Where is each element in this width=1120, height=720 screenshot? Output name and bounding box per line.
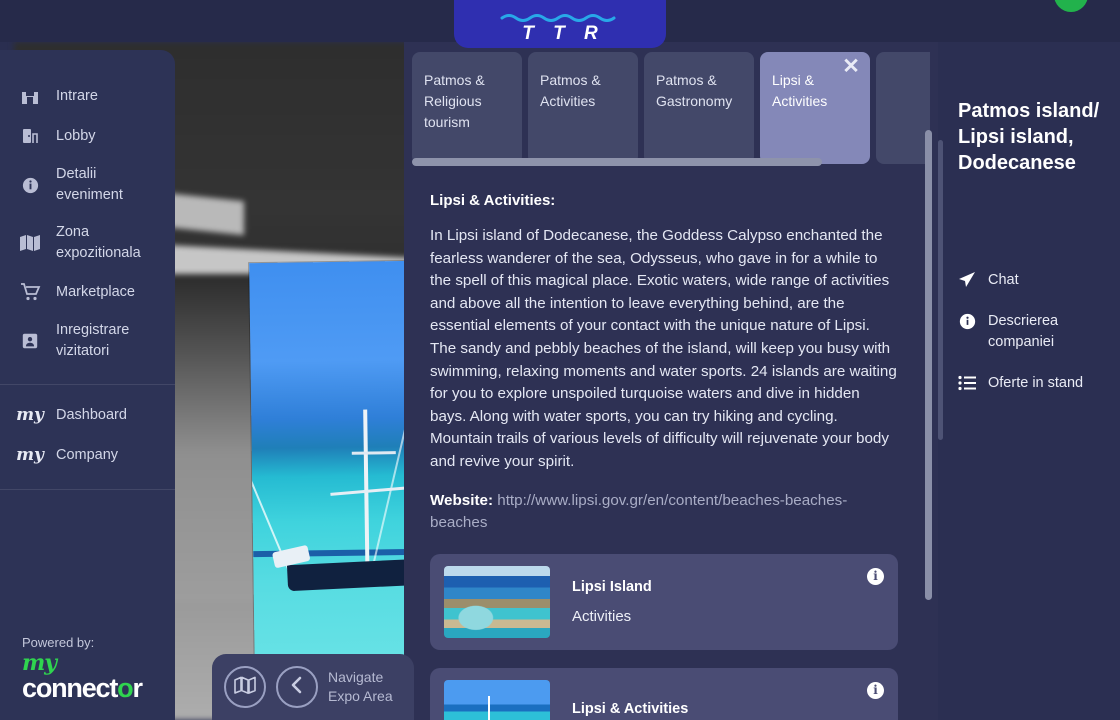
- sidebar-item-lobby[interactable]: Lobby: [0, 116, 175, 156]
- tab-patmos-religious-tourism[interactable]: Patmos & Religious tourism: [412, 52, 522, 164]
- scrollbar-thumb[interactable]: [412, 158, 822, 166]
- left-sidebar: Intrare Lobby Detalii eveniment Zona exp…: [0, 50, 175, 720]
- ttr-logo[interactable]: T T R: [454, 0, 666, 48]
- sidebar-item-label: Zona expozitionala: [56, 224, 141, 261]
- stand-menu-label: Oferte in stand: [988, 375, 1084, 391]
- sidebar-item-dashboard[interactable]: my Dashboard: [0, 395, 175, 435]
- content-panel: Patmos & Religious tourism Patmos & Acti…: [404, 42, 938, 720]
- logo-o: o: [35, 673, 53, 703]
- tab-label: Lipsi & Activities: [772, 72, 828, 109]
- info-icon[interactable]: i: [867, 567, 884, 585]
- navigate-expo-label: Navigate Expo Area: [328, 668, 393, 706]
- info-icon[interactable]: i: [867, 681, 884, 699]
- green-status-orb[interactable]: [1054, 0, 1088, 12]
- close-icon[interactable]: ✕: [840, 56, 862, 78]
- sidebar-item-label: Lobby: [56, 127, 96, 144]
- logo-nnect: nnect: [51, 673, 118, 703]
- app-root: T T R Intrare Lobby Detalii eveniment Zo…: [0, 0, 1120, 720]
- sidebar-divider-top: [0, 384, 175, 385]
- top-header-bar: T T R: [0, 0, 1120, 48]
- sidebar-item-label: Intrare: [56, 87, 98, 104]
- stand-menu-label: Chat: [988, 272, 1019, 288]
- stand-menu-item-descrierea-companiei[interactable]: Descrierea companiei: [958, 311, 1102, 353]
- tabs-horizontal-scrollbar[interactable]: [412, 158, 924, 166]
- navigate-line-2: Expo Area: [328, 688, 393, 704]
- sidebar-item-company[interactable]: my Company: [0, 435, 175, 475]
- card-title: Lipsi Island: [572, 578, 652, 595]
- card-text-block: Lipsi & Activities: [550, 701, 688, 720]
- scrollbar-thumb[interactable]: [925, 130, 932, 600]
- tab-patmos-gastronomy[interactable]: Patmos & Gastronomy: [644, 52, 754, 164]
- entrance-gate-icon: [18, 84, 42, 108]
- booth-sailboat-photo: [249, 260, 417, 676]
- tab-next-partial[interactable]: [876, 52, 930, 164]
- sidebar-item-marketplace[interactable]: Marketplace: [0, 272, 175, 312]
- myconnector-logo-text: connector: [22, 673, 143, 703]
- user-badge-icon: [18, 329, 42, 353]
- chevron-left-icon: [289, 676, 305, 699]
- map-button[interactable]: [224, 666, 266, 708]
- sidebar-item-intrare[interactable]: Intrare: [0, 76, 175, 116]
- card-thumbnail: [444, 565, 550, 638]
- info-circle-icon: [958, 311, 976, 331]
- tab-label: Patmos & Gastronomy: [656, 72, 733, 109]
- card-subtitle: Activities: [572, 607, 632, 625]
- list-icon: [958, 373, 976, 393]
- map-book-icon: [18, 231, 42, 255]
- sidebar-item-label: Company: [56, 446, 119, 463]
- shopping-cart-icon: [18, 280, 42, 304]
- info-circle-icon: [18, 173, 42, 197]
- stand-title: Patmos island/ Lipsi island, Dodecanese: [958, 100, 1100, 174]
- ttr-logo-text: T T R: [522, 23, 605, 44]
- lobby-door-icon: [18, 124, 42, 148]
- stand-menu-label: Descrierea companiei: [988, 313, 1059, 350]
- website-label: Website:: [430, 491, 494, 509]
- back-button[interactable]: [276, 666, 318, 708]
- myconnector-my-text: my: [22, 650, 57, 676]
- sidebar-item-inregistrare-vizitatori[interactable]: Inregistrare vizitatori: [0, 312, 175, 370]
- content-card[interactable]: Lipsi & Activities i: [430, 667, 898, 720]
- sidebar-item-label: Marketplace: [56, 283, 135, 300]
- stand-menu-item-oferte-in-stand[interactable]: Oferte in stand: [958, 373, 1102, 394]
- my-brand-icon: my: [16, 405, 44, 425]
- tab-label: Patmos & Activities: [540, 72, 601, 109]
- sidebar-item-detalii-eveniment[interactable]: Detalii eveniment: [0, 156, 175, 214]
- sidebar-item-label: Inregistrare vizitatori: [56, 322, 130, 359]
- navigate-line-1: Navigate: [328, 669, 384, 685]
- powered-by-block: Powered by: my connector: [22, 635, 143, 703]
- tab-patmos-activities[interactable]: Patmos & Activities: [528, 52, 638, 164]
- sidebar-item-label: Detalii eveniment: [56, 166, 123, 203]
- send-paper-plane-icon: [958, 270, 976, 290]
- section-paragraph: In Lipsi island of Dodecanese, the Godde…: [430, 227, 897, 470]
- content-card[interactable]: Lipsi Island Activities i: [430, 553, 898, 650]
- tab-lipsi-activities[interactable]: Lipsi & Activities ✕: [760, 52, 870, 164]
- logo-r: r: [132, 673, 143, 703]
- navigate-expo-area-bar[interactable]: Navigate Expo Area: [212, 654, 414, 720]
- map-icon: [234, 676, 256, 699]
- tab-label: Patmos & Religious tourism: [424, 72, 485, 130]
- my-brand-icon: my: [16, 445, 44, 465]
- powered-by-label: Powered by:: [22, 635, 95, 650]
- sidebar-item-label: Dashboard: [56, 406, 127, 423]
- card-title: Lipsi & Activities: [572, 701, 689, 718]
- logo-c: c: [22, 673, 37, 703]
- section-title: Lipsi & Activities:: [430, 192, 556, 209]
- card-thumbnail: [444, 679, 550, 720]
- tab-strip[interactable]: Patmos & Religious tourism Patmos & Acti…: [412, 52, 930, 174]
- stand-menu-item-chat[interactable]: Chat: [958, 270, 1102, 291]
- content-vertical-scrollbar[interactable]: [925, 130, 932, 720]
- stand-menu: Chat Descrierea companiei Oferte in stan…: [958, 270, 1102, 394]
- content-scroll-area: Lipsi & Activities: In Lipsi island of D…: [404, 174, 938, 720]
- website-url-link[interactable]: http://www.lipsi.gov.gr/en/content/beach…: [430, 492, 847, 531]
- panel-edge-accent: [938, 140, 943, 440]
- sidebar-divider-bottom: [0, 489, 175, 490]
- sidebar-item-zona-expozitionala[interactable]: Zona expozitionala: [0, 214, 175, 272]
- logo-o-green: o: [117, 673, 134, 703]
- right-panel: Patmos island/ Lipsi island, Dodecanese …: [938, 42, 1120, 720]
- card-text-block: Lipsi Island Activities: [550, 579, 652, 625]
- website-line: Website: http://www.lipsi.gov.gr/en/cont…: [430, 490, 898, 534]
